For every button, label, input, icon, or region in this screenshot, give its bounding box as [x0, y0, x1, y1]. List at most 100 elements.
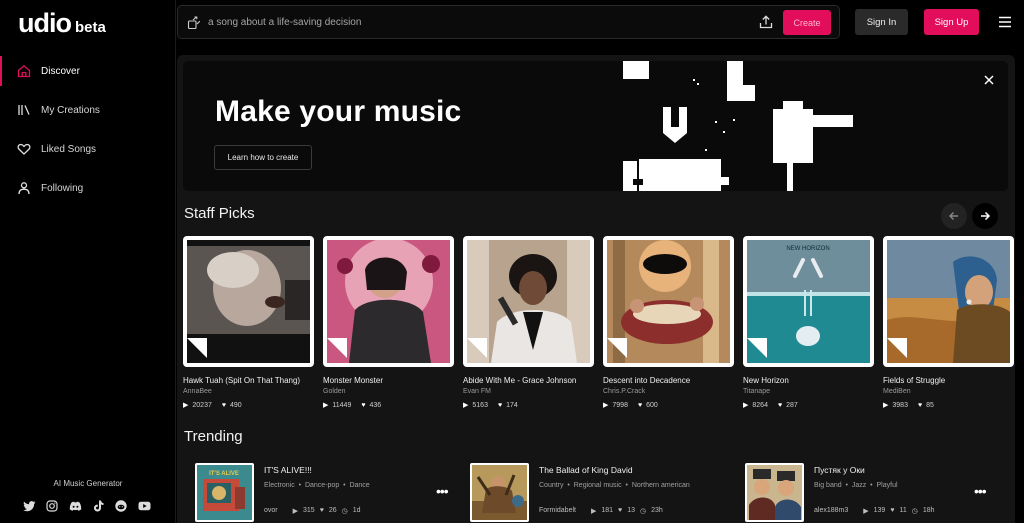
clock-icon: ◷ [640, 508, 647, 515]
udio-logo[interactable]: udio beta [18, 8, 106, 39]
trending-list: IT'S ALIVE IT'S ALIVE!!! Electronic • Da… [195, 460, 1015, 523]
tiktok-icon[interactable] [91, 499, 105, 513]
song-cover[interactable]: IT'S ALIVE [195, 463, 254, 522]
carousel-prev-button[interactable] [941, 203, 967, 229]
genre-tags: Big band • Jazz • Playful [814, 482, 898, 489]
sidebar-item-discover[interactable]: Discover [0, 52, 176, 90]
heart-icon [16, 141, 32, 157]
trending-item[interactable]: IT'S ALIVE IT'S ALIVE!!! Electronic • Da… [195, 460, 457, 523]
song-title[interactable]: Monster Monster [323, 376, 454, 385]
prompt-input[interactable] [208, 14, 748, 31]
song-cover[interactable] [463, 236, 594, 367]
song-artist[interactable]: MediBen [883, 388, 1014, 395]
song-card[interactable]: Descent into Decadence Chris.P.Crack ▶ 79… [603, 236, 734, 409]
song-meta: Formidabelt ▶ 181 ♥ 13 ◷ 23h [539, 507, 663, 515]
genre-tag[interactable]: Playful [877, 482, 898, 489]
learn-how-button[interactable]: Learn how to create [214, 145, 312, 170]
song-title[interactable]: The Ballad of King David [539, 465, 633, 475]
upload-icon[interactable] [759, 15, 773, 29]
genre-tag[interactable]: Big band [814, 482, 842, 489]
song-title[interactable]: Hawk Tuah (Spit On That Thang) [183, 376, 314, 385]
heart-icon: ♥ [890, 507, 895, 514]
song-cover[interactable] [603, 236, 734, 367]
song-artist[interactable]: alex188m3 [814, 507, 848, 515]
more-options-icon[interactable]: ••• [436, 484, 452, 498]
play-count: 181 [601, 507, 614, 514]
song-cover[interactable] [470, 463, 529, 522]
genre-tag[interactable]: Northern american [632, 482, 690, 489]
song-card[interactable]: Hawk Tuah (Spit On That Thang) AnnaBee ▶… [183, 236, 314, 409]
song-title[interactable]: Fields of Struggle [883, 376, 1014, 385]
song-card[interactable]: Monster Monster Golden ▶ 11449 ♥ 436 [323, 236, 454, 409]
arrow-right-icon [981, 211, 991, 221]
trending-item[interactable]: Пустяк у Оки Big band • Jazz • Playful a… [745, 460, 1007, 523]
play-icon: ▶ [463, 402, 469, 409]
song-card[interactable]: Abide With Me - Grace Johnson Evan FM ▶ 5… [463, 236, 594, 409]
twitter-icon[interactable] [22, 499, 36, 513]
sidebar-item-my-creations[interactable]: My Creations [0, 91, 176, 129]
trending-heading: Trending [184, 428, 243, 445]
play-icon: ▶ [183, 402, 189, 409]
reddit-icon[interactable] [114, 499, 128, 513]
song-card[interactable]: Fields of Struggle MediBen ▶ 3983 ♥ 85 [883, 236, 1014, 409]
song-cover[interactable]: NEW HORIZON [743, 236, 874, 367]
hamburger-menu-icon[interactable] [998, 15, 1012, 29]
genre-tag[interactable]: Jazz [852, 482, 866, 489]
genre-tag[interactable]: Country [539, 482, 564, 489]
clock-icon: ◷ [911, 508, 918, 515]
instagram-icon[interactable] [45, 499, 59, 513]
sign-in-button[interactable]: Sign In [855, 9, 908, 35]
heart-icon: ♥ [221, 401, 227, 409]
song-title[interactable]: Descent into Decadence [603, 376, 734, 385]
create-button[interactable]: Create [783, 10, 831, 35]
play-count: 7998 [612, 401, 628, 409]
song-artist[interactable]: Evan FM [463, 388, 594, 395]
genre-tag[interactable]: Electronic [264, 482, 295, 489]
user-icon [16, 180, 32, 196]
song-artist[interactable]: Golden [323, 388, 454, 395]
song-artist[interactable]: AnnaBee [183, 388, 314, 395]
song-artist[interactable]: Chris.P.Crack [603, 388, 734, 395]
more-options-icon[interactable]: ••• [974, 484, 990, 498]
youtube-icon[interactable] [137, 499, 151, 513]
song-title[interactable]: IT'S ALIVE!!! [264, 465, 312, 475]
trending-item[interactable]: The Ballad of King David Country • Regio… [470, 460, 732, 523]
heart-icon: ♥ [618, 507, 623, 514]
play-count: 3983 [892, 401, 908, 409]
song-artist[interactable]: ovor [264, 507, 278, 515]
song-artist[interactable]: Titanape [743, 388, 874, 395]
sidebar-item-following[interactable]: Following [0, 169, 176, 207]
song-cover[interactable] [883, 236, 1014, 367]
play-icon: ▶ [603, 402, 609, 409]
song-title[interactable]: New Horizon [743, 376, 874, 385]
song-meta: ovor ▶ 315 ♥ 26 ◷ 1d [264, 507, 361, 515]
song-card[interactable]: NEW HORIZON New Horizon Titanape ▶ 8264 ♥ 2… [743, 236, 874, 409]
sidebar: udio beta Discover My Creations Liked So… [0, 0, 176, 523]
sidebar-item-liked-songs[interactable]: Liked Songs [0, 130, 176, 168]
song-title[interactable]: Пустяк у Оки [814, 465, 865, 475]
song-cover[interactable] [745, 463, 804, 522]
genre-tags: Electronic • Dance-pop • Dance [264, 482, 370, 489]
genre-tag[interactable]: Dance [349, 482, 369, 489]
genre-tag[interactable]: Regional music [574, 482, 622, 489]
cover-text: NEW HORIZON [786, 246, 829, 252]
song-cover[interactable] [183, 236, 314, 367]
heart-icon: ♥ [319, 507, 324, 514]
song-stats: ▶ 7998 ♥ 600 [603, 401, 734, 410]
like-count: 436 [369, 401, 382, 409]
sign-up-button[interactable]: Sign Up [924, 9, 979, 35]
logo-wordmark: udio [18, 8, 72, 38]
genre-tag[interactable]: Dance-pop [305, 482, 339, 489]
staff-picks-heading: Staff Picks [184, 205, 255, 222]
discord-icon[interactable] [68, 499, 82, 513]
heart-icon: ♥ [777, 401, 783, 409]
song-title[interactable]: Abide With Me - Grace Johnson [463, 376, 594, 385]
song-artist[interactable]: Formidabelt [539, 507, 576, 515]
song-cover[interactable] [323, 236, 454, 367]
song-stats: ▶ 11449 ♥ 436 [323, 401, 454, 410]
close-icon[interactable] [983, 73, 997, 87]
carousel-next-button[interactable] [972, 203, 998, 229]
prompt-bulb-icon [187, 16, 201, 30]
like-count: 600 [646, 401, 658, 409]
song-stats: ▶ 5163 ♥ 174 [463, 401, 594, 410]
